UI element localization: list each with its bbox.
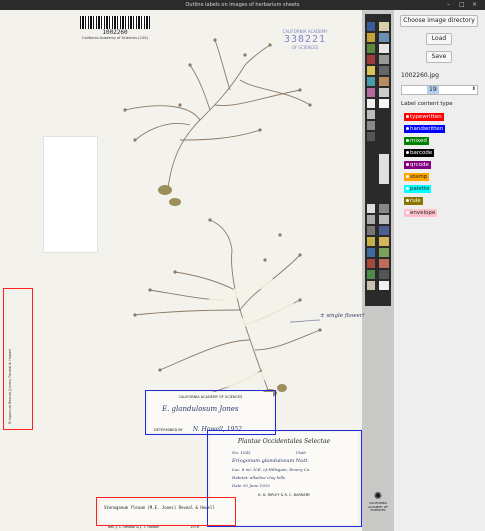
color-chip bbox=[379, 44, 389, 53]
color-chip bbox=[379, 226, 389, 235]
color-chip bbox=[379, 88, 389, 97]
color-calibration-bar bbox=[365, 14, 391, 306]
color-chip bbox=[367, 77, 375, 86]
color-chip bbox=[379, 237, 389, 246]
load-button[interactable]: Load bbox=[426, 33, 452, 45]
radio-icon bbox=[406, 115, 409, 118]
radio-icon bbox=[406, 175, 409, 178]
type-palette[interactable]: palette bbox=[404, 185, 432, 193]
zoom-value[interactable]: 19 bbox=[427, 86, 439, 94]
color-chip bbox=[367, 121, 375, 130]
minimize-button[interactable]: – bbox=[447, 1, 450, 9]
color-chip bbox=[367, 248, 375, 257]
radio-icon bbox=[406, 199, 409, 202]
color-chip bbox=[379, 204, 389, 213]
color-chip bbox=[379, 270, 389, 279]
content-type-title: Label content type bbox=[401, 101, 453, 107]
color-chip bbox=[379, 66, 389, 75]
color-chip bbox=[367, 88, 375, 97]
radio-icon bbox=[406, 187, 409, 190]
color-chip bbox=[379, 55, 389, 64]
spin-arrows-icon[interactable]: ⬍ bbox=[472, 85, 476, 93]
color-chip bbox=[379, 248, 389, 257]
color-chip bbox=[367, 226, 375, 235]
type-handwritten[interactable]: handwritten bbox=[404, 125, 446, 133]
type-barcode[interactable]: barcode bbox=[404, 149, 435, 157]
color-chip bbox=[379, 33, 389, 42]
color-chip bbox=[379, 259, 389, 268]
choose-directory-button[interactable]: Choose image directory bbox=[400, 15, 478, 27]
current-filename: 1002260.jpg bbox=[401, 72, 439, 79]
close-button[interactable]: × bbox=[472, 1, 477, 9]
radio-icon bbox=[406, 163, 409, 166]
type-mixed[interactable]: mixed bbox=[404, 137, 429, 145]
color-chip bbox=[367, 259, 375, 268]
zoom-spinbox[interactable]: 19 ⬍ bbox=[401, 85, 478, 95]
color-chip bbox=[367, 204, 375, 213]
control-panel: Choose image directory Load Save 1002260… bbox=[394, 10, 485, 531]
type-qrcode[interactable]: qrcode bbox=[404, 161, 431, 169]
color-chip bbox=[367, 132, 375, 141]
color-chip bbox=[367, 33, 375, 42]
color-chip bbox=[379, 99, 389, 108]
type-envelope[interactable]: envelope bbox=[404, 209, 438, 217]
color-chip bbox=[367, 99, 375, 108]
radio-icon bbox=[406, 211, 409, 214]
color-chip bbox=[367, 237, 375, 246]
color-chip bbox=[379, 77, 389, 86]
radio-icon bbox=[406, 127, 409, 130]
handwritten-annotation: ± single flower! bbox=[320, 313, 365, 319]
radio-icon bbox=[406, 151, 409, 154]
type-typewritten[interactable]: typewritten bbox=[404, 113, 444, 121]
color-chip bbox=[367, 55, 375, 64]
type-rule[interactable]: rule bbox=[404, 197, 423, 205]
logo-text: CALIFORNIA ACADEMY OF SCIENCES bbox=[368, 501, 388, 512]
color-chip bbox=[367, 215, 375, 224]
scale-ruler bbox=[379, 154, 389, 184]
color-chip bbox=[367, 281, 375, 290]
color-chip bbox=[367, 270, 375, 279]
color-chip bbox=[367, 44, 375, 53]
window-title: Outline labels on images of herbarium sh… bbox=[185, 2, 300, 8]
annotation-box-handwritten[interactable] bbox=[145, 390, 276, 435]
color-chip bbox=[379, 215, 389, 224]
color-chip bbox=[367, 66, 375, 75]
annotation-box-typewritten[interactable] bbox=[96, 497, 236, 526]
institution-logo: ✺ CALIFORNIA ACADEMY OF SCIENCES bbox=[368, 491, 388, 513]
type-stamp[interactable]: stamp bbox=[404, 173, 430, 181]
maximize-button[interactable]: □ bbox=[459, 1, 465, 9]
radio-icon bbox=[406, 139, 409, 142]
image-canvas[interactable]: 1002260 California Academy of Sciences (… bbox=[0, 10, 394, 531]
window-titlebar: Outline labels on images of herbarium sh… bbox=[0, 0, 485, 10]
save-button[interactable]: Save bbox=[426, 51, 452, 63]
annotation-box-typewritten[interactable] bbox=[3, 288, 33, 430]
color-chip bbox=[379, 281, 389, 290]
color-chip bbox=[367, 22, 375, 31]
color-chip bbox=[367, 110, 375, 119]
color-chip bbox=[379, 22, 389, 31]
